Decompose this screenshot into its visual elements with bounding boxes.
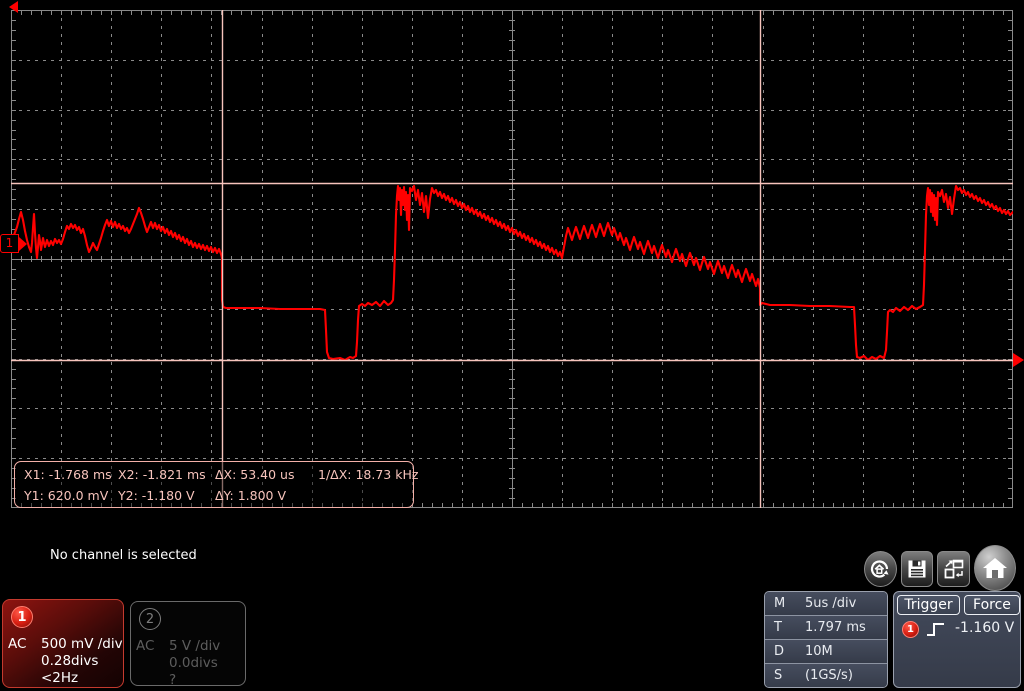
channel-2-offset[interactable]: 0.0divs — [169, 655, 220, 672]
channel-1-coupling[interactable]: AC — [8, 636, 26, 652]
save-floppy-icon — [908, 560, 926, 578]
horizontal-position-marker[interactable] — [9, 1, 18, 13]
save-floppy-icon-button[interactable] — [900, 551, 934, 587]
force-trigger-button[interactable]: Force — [964, 595, 1020, 615]
timebase-value-s: (1GS/s) — [805, 668, 853, 683]
cursor-x2-value: X2: -1.821 ms — [118, 467, 206, 482]
channel-1-readout: 500 mV /div 0.28divs <2Hz — [41, 636, 123, 687]
timebase-key-d: D — [774, 644, 785, 659]
channel-1-offset[interactable]: 0.28divs — [41, 653, 123, 670]
cursor-y2-value: Y2: -1.180 V — [118, 488, 195, 503]
channel-2-frequency: ? — [169, 672, 177, 688]
copy-window-icon — [944, 559, 964, 579]
timebase-key-m: M — [774, 596, 786, 611]
rising-edge-icon[interactable] — [926, 619, 948, 643]
channel-1-scale[interactable]: 500 mV /div — [41, 636, 123, 653]
cursor-row-x: X1: -1.768 ms X2: -1.821 ms ΔX: 53.40 us… — [15, 464, 418, 486]
channel-2-coupling[interactable]: AC — [136, 638, 154, 654]
timebase-row-t[interactable]: T 1.797 ms — [765, 616, 887, 640]
timebase-key-t: T — [774, 620, 782, 635]
timebase-row-s[interactable]: S (1GS/s) — [765, 664, 887, 687]
copy-window-icon-button[interactable] — [937, 551, 971, 587]
home-icon — [983, 558, 1008, 578]
cursor-x1-value: X1: -1.768 ms — [24, 467, 112, 482]
timebase-row-m[interactable]: M 5us /div — [765, 592, 887, 616]
oscilloscope-screen: 1 X1: -1.768 ms X2: -1.821 ms ΔX: 53.40 … — [0, 0, 1024, 691]
auto-home-refresh-icon — [871, 560, 889, 578]
timebase-panel[interactable]: M 5us /div T 1.797 ms D 10M S (1GS/s) — [764, 591, 888, 688]
trigger-button[interactable]: Trigger — [897, 595, 960, 615]
trigger-level-marker[interactable] — [1013, 353, 1024, 367]
cursor-lines[interactable] — [11, 10, 1013, 508]
timebase-row-d[interactable]: D 10M — [765, 640, 887, 664]
channel-2-scale[interactable]: 5 V /div — [169, 638, 220, 655]
channel-2-panel[interactable]: 2 AC 5 V /div 0.0divs ? — [130, 601, 246, 689]
channel-1-panel[interactable]: 1 AC 500 mV /div 0.28divs <2Hz — [2, 599, 124, 688]
trigger-level-value[interactable]: -1.160 V — [955, 620, 1014, 636]
timebase-value-t: 1.797 ms — [805, 620, 866, 635]
channel-2-badge: 2 — [139, 608, 161, 630]
trigger-source-badge[interactable]: 1 — [902, 621, 919, 638]
channel-2-readout: 5 V /div 0.0divs ? — [169, 638, 220, 689]
trigger-panel[interactable]: Trigger Force 1 -1.160 V — [893, 591, 1021, 688]
waveform-plot-area[interactable] — [11, 10, 1013, 508]
timebase-value-m: 5us /div — [805, 596, 857, 611]
cursor-y1-value: Y1: 620.0 mV — [24, 488, 109, 503]
channel-1-badge: 1 — [11, 606, 33, 628]
status-message: No channel is selected — [50, 548, 197, 563]
home-icon-button[interactable] — [974, 545, 1016, 591]
cursor-delta-x-value: ΔX: 53.40 us — [215, 467, 295, 482]
cursor-row-y: Y1: 620.0 mV Y2: -1.180 V ΔY: 1.800 V — [15, 485, 413, 507]
channel-1-ground-marker[interactable]: 1 — [0, 234, 27, 253]
graticule-grid — [11, 10, 1013, 508]
timebase-value-d: 10M — [805, 644, 833, 659]
channel-1-ground-marker-label: 1 — [5, 236, 14, 250]
cursor-measurement-box[interactable]: X1: -1.768 ms X2: -1.821 ms ΔX: 53.40 us… — [14, 461, 418, 508]
channel-1-waveform-trace — [11, 184, 1013, 362]
channel-1-frequency: <2Hz — [41, 670, 79, 686]
icon-toolbar — [864, 545, 1016, 591]
cursor-inverse-delta-x-value: 1/ΔX: 18.73 kHz — [318, 467, 419, 482]
cursor-delta-y-value: ΔY: 1.800 V — [215, 488, 287, 503]
timebase-key-s: S — [774, 668, 783, 683]
rising-edge-icon-glyph — [927, 623, 944, 636]
auto-home-refresh-icon-button[interactable] — [864, 551, 897, 587]
